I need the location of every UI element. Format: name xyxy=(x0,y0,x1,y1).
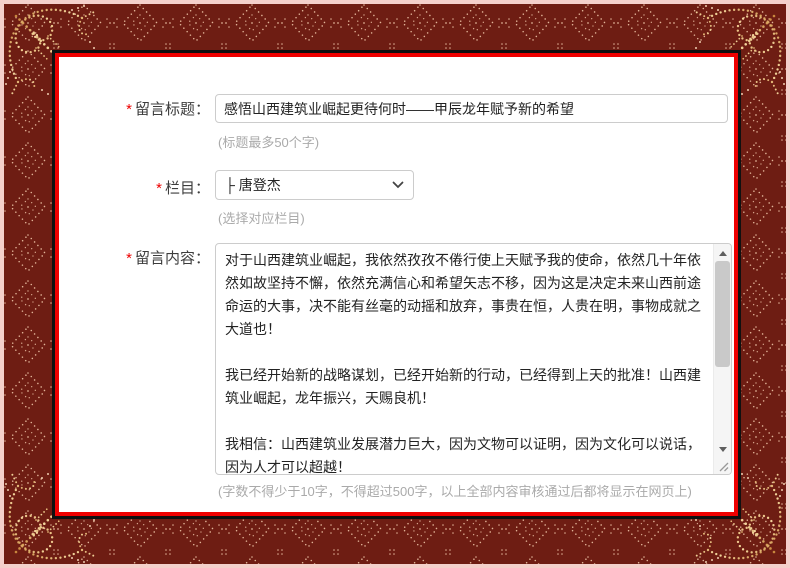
content-field-label: *留言内容： xyxy=(59,247,210,268)
scroll-down-button[interactable] xyxy=(714,441,731,457)
scroll-up-icon xyxy=(719,251,727,256)
category-select[interactable]: ├ 唐登杰 xyxy=(215,170,414,200)
content-scrollbar[interactable] xyxy=(713,244,731,474)
category-label-text: 栏目： xyxy=(165,180,210,197)
scroll-down-icon xyxy=(719,447,727,452)
category-field-label: *栏目： xyxy=(59,177,210,198)
title-field-label: *留言标题： xyxy=(59,98,210,119)
scrollbar-thumb[interactable] xyxy=(715,261,730,367)
content-hint: (字数不得少于10字，不得超过500字，以上全部内容审核通过后都将显示在网页上) xyxy=(218,481,692,500)
title-input[interactable] xyxy=(215,94,728,123)
resize-grip-icon[interactable] xyxy=(717,460,729,472)
title-label-text: 留言标题： xyxy=(135,101,210,118)
content-text: 对于山西建筑业崛起，我依然孜孜不倦行使上天赋予我的使命，依然几十年依然如故坚持不… xyxy=(216,244,714,474)
category-selected-value: ├ 唐登杰 xyxy=(225,175,281,195)
category-required-asterisk: * xyxy=(156,180,162,197)
category-hint: (选择对应栏目) xyxy=(218,208,305,227)
chevron-down-icon xyxy=(392,181,404,189)
content-label-text: 留言内容： xyxy=(135,250,210,267)
title-required-asterisk: * xyxy=(126,101,132,118)
content-textarea[interactable]: 对于山西建筑业崛起，我依然孜孜不倦行使上天赋予我的使命，依然几十年依然如故坚持不… xyxy=(215,243,732,475)
title-hint: (标题最多50个字) xyxy=(218,132,319,151)
page: *留言标题： (标题最多50个字) *栏目： ├ 唐登杰 (选择对应栏目) *留… xyxy=(0,0,790,568)
scroll-up-button[interactable] xyxy=(714,245,731,261)
content-required-asterisk: * xyxy=(126,250,132,267)
message-form-panel: *留言标题： (标题最多50个字) *栏目： ├ 唐登杰 (选择对应栏目) *留… xyxy=(55,53,738,516)
